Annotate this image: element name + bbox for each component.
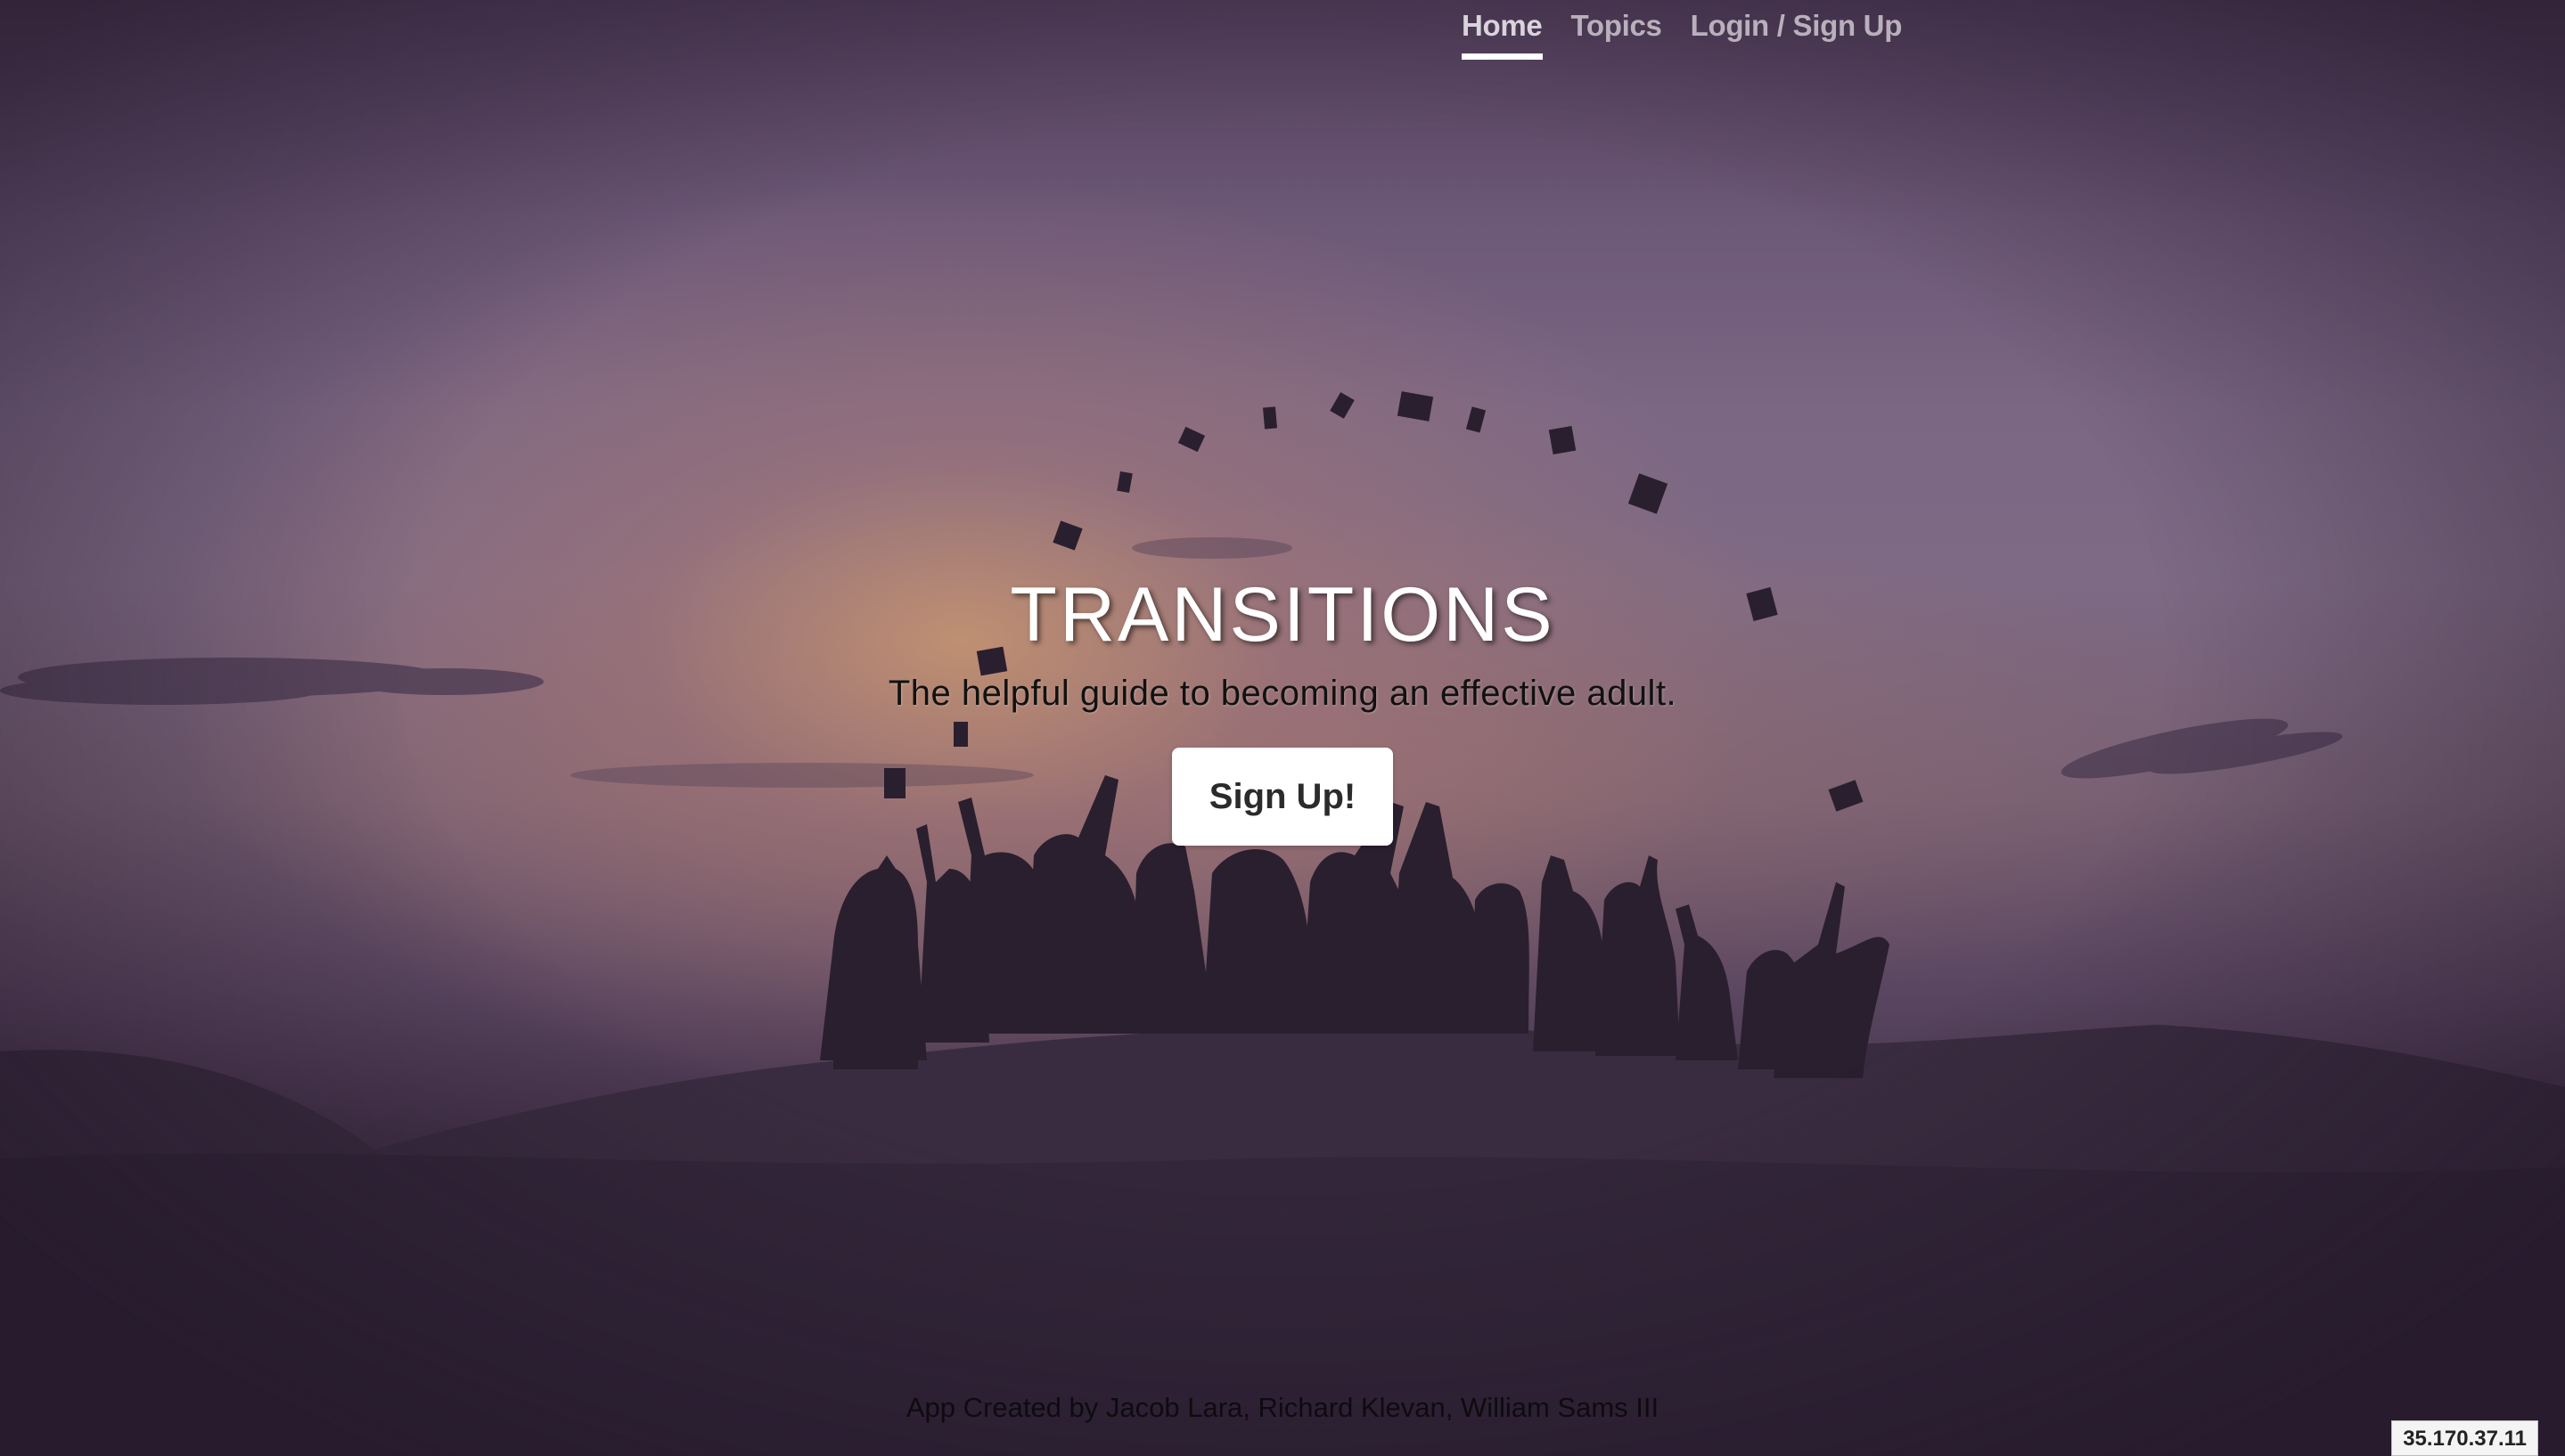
ip-address-badge: 35.170.37.11: [2391, 1420, 2538, 1456]
nav-home-link[interactable]: Home: [1462, 0, 1543, 61]
hero-section: TRANSITIONS The helpful guide to becomin…: [0, 570, 2565, 846]
top-nav: Home Topics Login / Sign Up: [1462, 0, 1902, 62]
nav-topics-link[interactable]: Topics: [1571, 0, 1662, 61]
nav-login-signup-link[interactable]: Login / Sign Up: [1691, 0, 1903, 61]
hero-subtitle: The helpful guide to becoming an effecti…: [888, 674, 1677, 713]
signup-button[interactable]: Sign Up!: [1172, 748, 1393, 846]
hero-title: TRANSITIONS: [1010, 572, 1555, 658]
footer-credits: App Created by Jacob Lara, Richard Kleva…: [906, 1392, 1659, 1423]
landing-page: Home Topics Login / Sign Up TRANSITIONS …: [0, 0, 2565, 1456]
